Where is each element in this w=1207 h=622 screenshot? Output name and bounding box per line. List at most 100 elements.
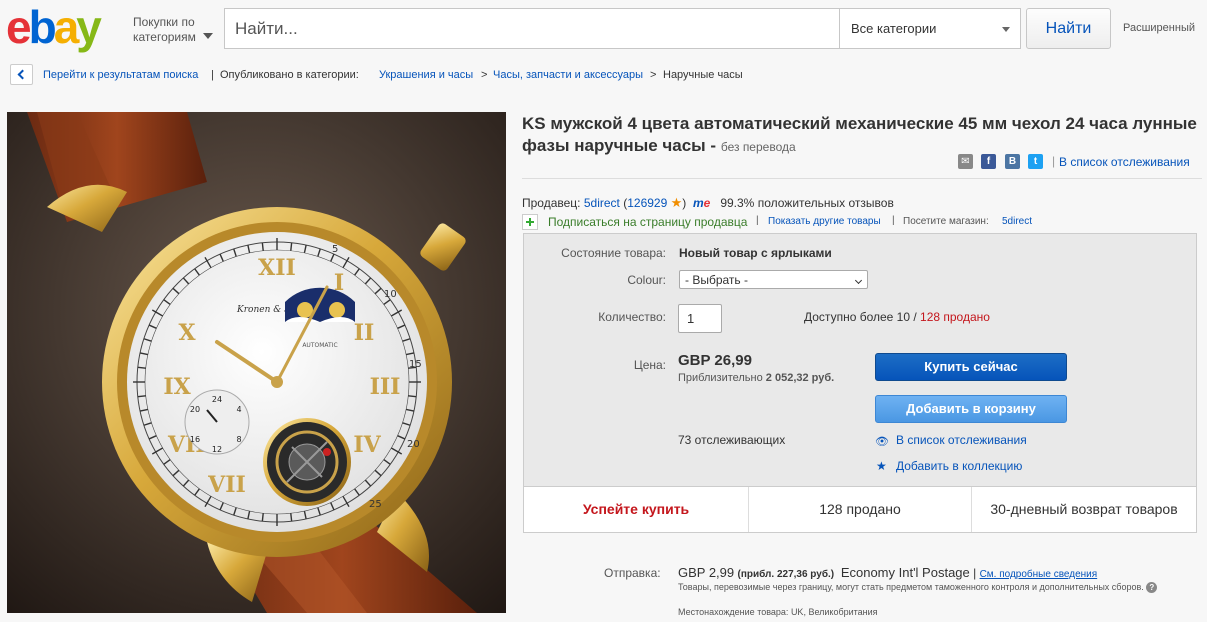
- breadcrumb: Перейти к результатам поиска | Опубликов…: [0, 60, 1207, 90]
- minute-number: 15: [409, 359, 422, 370]
- availability: Доступно более 10 / 128 продано: [804, 310, 990, 324]
- shipping-approx: (прибл. 227,36 руб.): [737, 569, 835, 580]
- me-badge-icon: me: [692, 196, 711, 210]
- colour-select[interactable]: - Выбрать -: [679, 270, 868, 289]
- item-title-suffix: без перевода: [720, 140, 796, 154]
- feedback-percentage: 99.3%: [720, 196, 755, 210]
- sold-count-link[interactable]: 128 продано: [920, 310, 990, 324]
- condition-value: Новый товар с ярлыками: [679, 246, 832, 260]
- store-link[interactable]: 5direct: [1002, 216, 1032, 227]
- advanced-search-link[interactable]: Расширенный: [1123, 22, 1195, 34]
- dial-tick: [261, 242, 264, 251]
- separator: |: [892, 215, 895, 226]
- product-image[interactable]: XII I II III IV X IX VIII VII Kronen & S…: [7, 112, 506, 613]
- title-divider: [522, 178, 1202, 179]
- colour-select-value: - Выбрать -: [685, 273, 748, 287]
- plus-icon[interactable]: [522, 214, 538, 230]
- svg-text:X: X: [178, 320, 196, 346]
- watchlist-link-top[interactable]: В список отслеживания: [1059, 155, 1190, 169]
- minute-number: 25: [369, 499, 382, 510]
- shop-by-line2: категориям: [133, 30, 196, 44]
- subdial-number: 4: [236, 405, 241, 414]
- star-icon: ★: [876, 459, 887, 473]
- twitter-icon[interactable]: t: [1028, 154, 1043, 169]
- svg-text:VII: VII: [207, 472, 246, 498]
- highlights-bar: Успейте купить 128 продано 30-дневный во…: [524, 487, 1196, 532]
- subdial-number: 12: [212, 445, 222, 454]
- item-title-text: KS мужской 4 цвета автоматический механи…: [522, 114, 1197, 155]
- add-to-watchlist-link[interactable]: В список отслеживания: [896, 433, 1027, 447]
- dial-tick: [290, 242, 293, 251]
- shipping-label: Отправка:: [604, 566, 661, 580]
- approx-price: Приблизительно 2 052,32 руб.: [678, 372, 834, 384]
- facebook-icon[interactable]: f: [981, 154, 996, 169]
- condition-label: Состояние товара:: [561, 246, 666, 260]
- minute-number: 10: [384, 289, 397, 300]
- purchase-panel: Состояние товара: Новый товар с ярлыками…: [523, 233, 1197, 533]
- dial-tick: [137, 395, 146, 398]
- subdial-number: 8: [236, 435, 241, 444]
- breadcrumb-item[interactable]: Украшения и часы: [379, 69, 473, 81]
- approx-value: 2 052,32 руб.: [765, 372, 835, 384]
- vk-icon[interactable]: B: [1005, 154, 1020, 169]
- chevron-left-icon: [17, 69, 28, 80]
- search-input[interactable]: [225, 9, 839, 48]
- breadcrumb-item-current: Наручные часы: [663, 69, 743, 81]
- published-in-label: Опубликовано в категории:: [220, 69, 359, 81]
- shipping-details-link[interactable]: См. подробные сведения: [980, 569, 1098, 580]
- star-icon: ★: [670, 195, 683, 210]
- dial-tick: [261, 513, 264, 522]
- location-value: UK, Великобритания: [790, 607, 878, 617]
- shipping-method: Economy Int'l Postage: [840, 565, 970, 580]
- shipping-price: GBP 2,99: [678, 565, 735, 580]
- svg-text:XII: XII: [258, 255, 296, 281]
- subdial-number: 16: [190, 435, 200, 444]
- share-separator: |: [1052, 154, 1056, 168]
- price-value: GBP 26,99: [678, 352, 752, 369]
- search-box: Все категории: [224, 8, 1021, 49]
- minute-number: 5: [332, 244, 338, 255]
- visit-store-label: Посетите магазин:: [903, 216, 989, 227]
- search-button[interactable]: Найти: [1026, 8, 1111, 49]
- add-to-collection-link[interactable]: Добавить в коллекцию: [896, 459, 1022, 473]
- dial-tick: [408, 395, 417, 398]
- hurry-badge: Успейте купить: [582, 501, 690, 517]
- svg-text:III: III: [370, 374, 401, 400]
- other-items-link[interactable]: Показать другие товары: [768, 216, 881, 227]
- subdial-number: 20: [190, 405, 200, 414]
- chevron-down-icon: [1002, 27, 1010, 32]
- minute-number: 20: [407, 439, 420, 450]
- shop-by-category[interactable]: Покупки по категориям: [133, 15, 213, 45]
- quantity-input[interactable]: 1: [678, 304, 722, 333]
- buy-now-button[interactable]: Купить сейчас: [875, 353, 1067, 381]
- dial-tick: [290, 513, 293, 522]
- add-to-cart-button[interactable]: Добавить в корзину: [875, 395, 1067, 423]
- watch-image: XII I II III IV X IX VIII VII Kronen & S…: [7, 112, 506, 613]
- seller-name-link[interactable]: 5direct: [584, 196, 620, 210]
- category-select-value: Все категории: [851, 21, 937, 36]
- separator: |: [756, 215, 759, 226]
- sold-badge: 128 продано: [819, 501, 901, 517]
- returns-badge: 30-дневный возврат товаров: [990, 501, 1178, 517]
- item-location: Местонахождение товара: UK, Великобритан…: [678, 607, 878, 617]
- customs-note-text: Товары, перевозимые через границу, могут…: [678, 582, 1144, 592]
- available-text: Доступно более 10 /: [804, 310, 917, 324]
- feedback-count-link[interactable]: 126929: [627, 196, 667, 210]
- watch-automatic-text: AUTOMATIC: [302, 342, 337, 349]
- ebay-logo[interactable]: ebay: [6, 3, 124, 53]
- back-to-results-link[interactable]: Перейти к результатам поиска: [43, 69, 198, 81]
- help-icon[interactable]: ?: [1146, 582, 1158, 593]
- svg-text:IV: IV: [353, 432, 381, 458]
- breadcrumb-separator: >: [650, 69, 657, 81]
- header: ebay Покупки по категориям Все категории…: [0, 0, 1207, 58]
- svg-text:IX: IX: [163, 374, 191, 400]
- breadcrumb-item[interactable]: Часы, запчасти и аксессуары: [493, 69, 643, 81]
- category-select[interactable]: Все категории: [839, 9, 1021, 48]
- seller-label: Продавец:: [522, 196, 581, 210]
- email-icon[interactable]: ✉: [958, 154, 973, 169]
- back-button[interactable]: [10, 64, 33, 85]
- quantity-label: Количество:: [598, 310, 666, 324]
- breadcrumb-separator: |: [211, 69, 214, 81]
- subscribe-link[interactable]: Подписаться на страницу продавца: [548, 215, 747, 229]
- watchers-count: 73 отслеживающих: [678, 433, 786, 447]
